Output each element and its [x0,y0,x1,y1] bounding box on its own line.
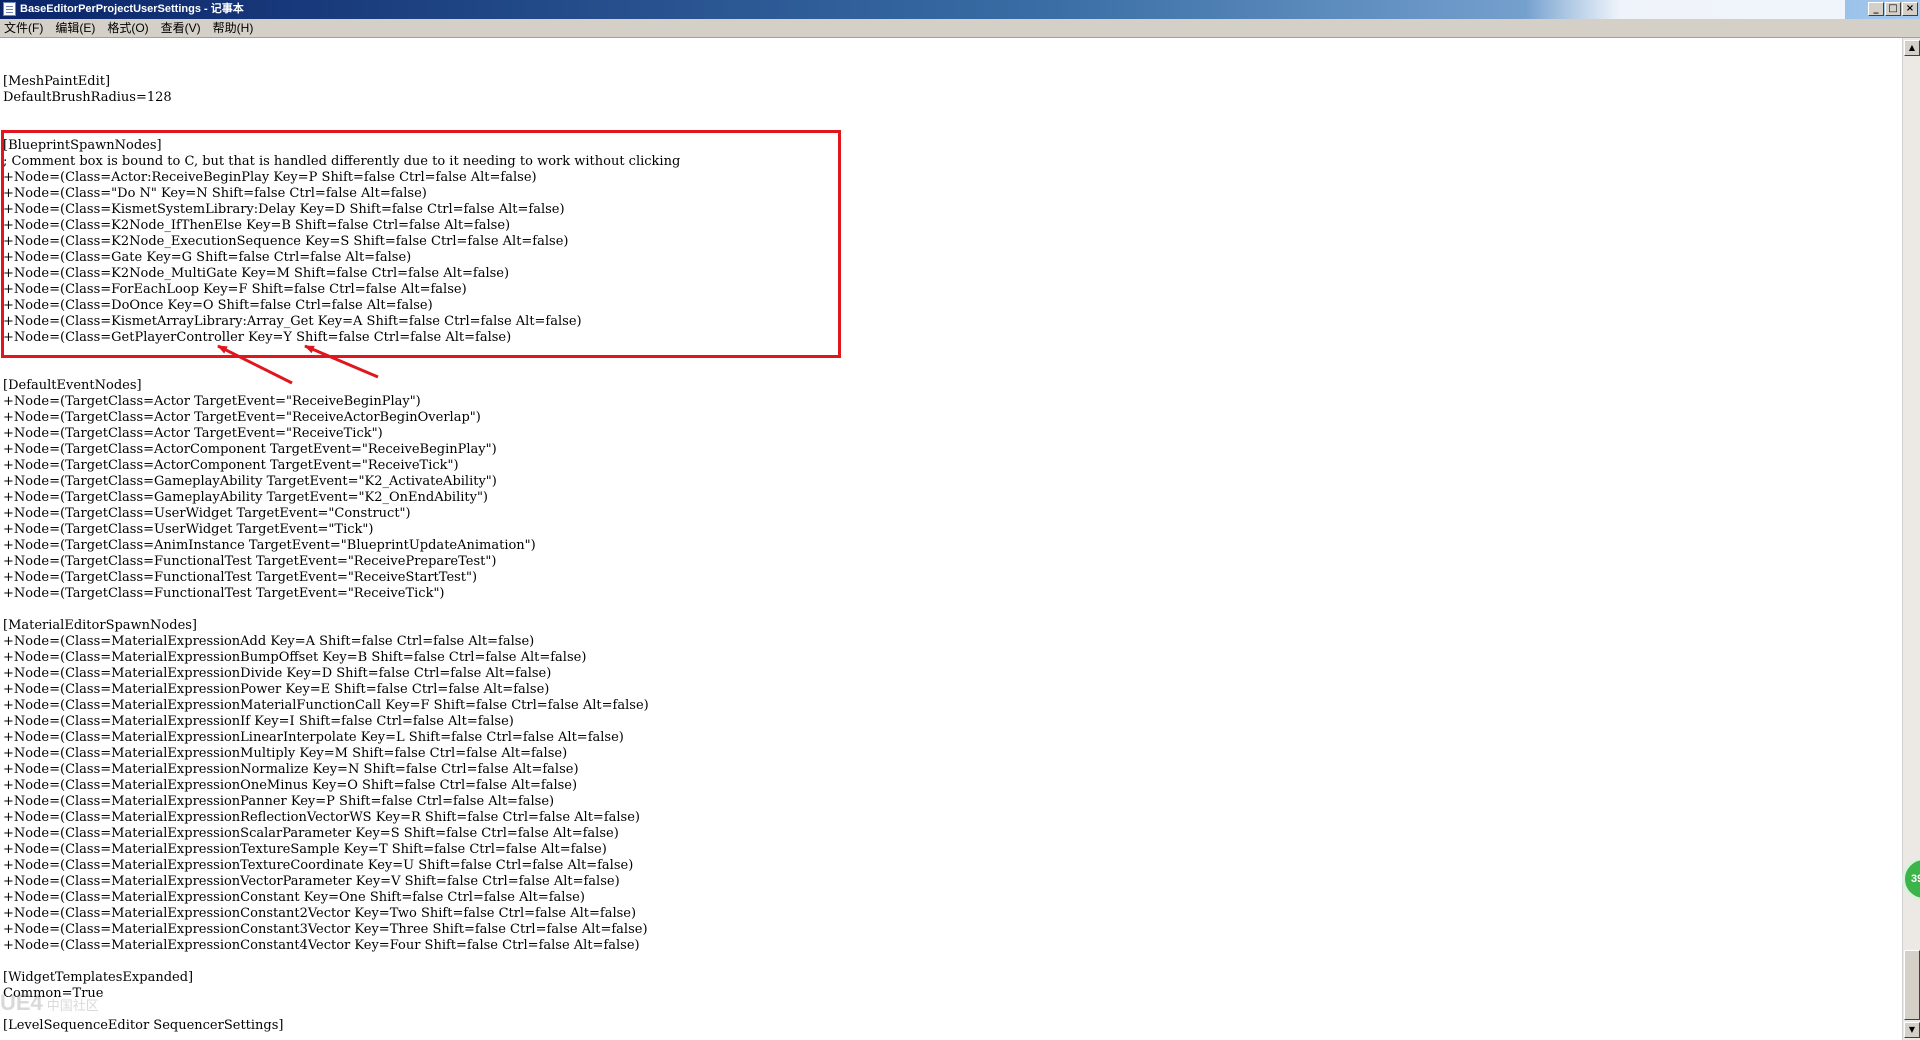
text-line: +Node=(Class=MaterialExpressionReflectio… [3,810,640,825]
text-line: +Node=(Class=MaterialExpressionLinearInt… [3,730,624,745]
text-line: [BlueprintSpawnNodes] [3,138,162,153]
text-line: +Node=(Class=K2Node_ExecutionSequence Ke… [3,234,569,249]
text-line: +Node=(Class=MaterialExpressionConstant4… [3,938,640,953]
text-line: [MaterialEditorSpawnNodes] [3,618,198,633]
text-line: +Node=(TargetClass=Actor TargetEvent="Re… [3,426,383,441]
menu-view[interactable]: 查看(V) [155,19,207,37]
text-line: [DefaultEventNodes] [3,378,142,393]
text-line: +Node=(Class=MaterialExpressionAdd Key=A… [3,634,535,649]
text-line: +Node=(TargetClass=UserWidget TargetEven… [3,522,374,537]
text-line: Common=True [3,986,104,1001]
text-line: [LevelSequenceEditor SequencerSettings] [3,1018,284,1033]
minimize-button[interactable]: _ [1868,2,1884,16]
text-line: +Node=(Class=MaterialExpressionPanner Ke… [3,794,555,809]
text-line: +Node=(Class=K2Node_MultiGate Key=M Shif… [3,266,510,281]
text-line: +Node=(Class=MaterialExpressionTextureSa… [3,842,607,857]
text-line: +Node=(Class=KismetSystemLibrary:Delay K… [3,202,565,217]
text-line: +Node=(Class=MaterialExpressionTextureCo… [3,858,634,873]
text-line: +Node=(Class=K2Node_IfThenElse Key=B Shi… [3,218,511,233]
text-line: DefaultBrushRadius=128 [3,90,172,105]
text-line: ; Comment box is bound to C, but that is… [3,154,681,169]
text-line: [WidgetTemplatesExpanded] [3,970,194,985]
text-editor[interactable]: [MeshPaintEdit] DefaultBrushRadius=128 [Bl… [0,38,1902,1040]
text-line: +Node=(Class=KismetArrayLibrary:Array_Ge… [3,314,582,329]
scroll-up-button[interactable]: ▲ [1904,40,1920,56]
menu-help[interactable]: 帮助(H) [207,19,260,37]
text-line: +Node=(TargetClass=ActorComponent Target… [3,442,497,457]
text-line: +Node=(TargetClass=FunctionalTest Target… [3,586,445,601]
text-line: +Node=(Class=DoOnce Key=O Shift=false Ct… [3,298,433,313]
text-line: +Node=(Class=MaterialExpressionConstant3… [3,922,648,937]
menu-edit[interactable]: 编辑(E) [49,19,101,37]
text-line: +Node=(TargetClass=GameplayAbility Targe… [3,490,489,505]
notepad-icon [3,2,16,16]
text-line: +Node=(Class=MaterialExpressionConstant … [3,890,585,905]
text-line: +Node=(Class=MaterialExpressionOneMinus … [3,778,578,793]
scroll-thumb[interactable] [1904,950,1920,1020]
text-line: +Node=(Class=MaterialExpressionVectorPar… [3,874,620,889]
text-line: +Node=(TargetClass=GameplayAbility Targe… [3,474,497,489]
window-title: BaseEditorPerProjectUserSettings - 记事本 [20,3,244,15]
scroll-down-button[interactable]: ▼ [1904,1022,1920,1038]
text-line: [MeshPaintEdit] [3,74,111,89]
text-line: +Node=(TargetClass=AnimInstance TargetEv… [3,538,536,553]
text-line: +Node=(Class=Actor:ReceiveBeginPlay Key=… [3,170,537,185]
text-line: +Node=(Class=MaterialExpressionScalarPar… [3,826,619,841]
close-button[interactable]: × [1902,2,1918,16]
text-line: +Node=(TargetClass=Actor TargetEvent="Re… [3,394,421,409]
window-controls: _ □ × [1868,2,1918,16]
title-bar: BaseEditorPerProjectUserSettings - 记事本 _… [0,0,1920,19]
text-line: +Node=(Class=MaterialExpressionMaterialF… [3,698,649,713]
text-line: +Node=(Class=MaterialExpressionIf Key=I … [3,714,514,729]
text-line: +Node=(Class=MaterialExpressionPower Key… [3,682,550,697]
text-line: +Node=(Class="Do N" Key=N Shift=false Ct… [3,186,427,201]
text-line: +Node=(Class=Gate Key=G Shift=false Ctrl… [3,250,412,265]
menu-bar: 文件(F) 编辑(E) 格式(O) 查看(V) 帮助(H) [0,19,1920,38]
text-line: +Node=(TargetClass=UserWidget TargetEven… [3,506,411,521]
text-line: +Node=(TargetClass=ActorComponent Target… [3,458,459,473]
menu-file[interactable]: 文件(F) [0,19,49,37]
title-bar-decoration [1525,0,1845,19]
text-line: +Node=(TargetClass=Actor TargetEvent="Re… [3,410,481,425]
menu-format[interactable]: 格式(O) [101,19,154,37]
text-line: +Node=(Class=MaterialExpressionBumpOffse… [3,650,587,665]
maximize-button[interactable]: □ [1885,2,1901,16]
text-line: +Node=(Class=MaterialExpressionNormalize… [3,762,579,777]
text-line: +Node=(Class=MaterialExpressionDivide Ke… [3,666,552,681]
text-line: +Node=(Class=GetPlayerController Key=Y S… [3,330,512,345]
text-line: +Node=(TargetClass=FunctionalTest Target… [3,570,478,585]
text-line: +Node=(Class=ForEachLoop Key=F Shift=fal… [3,282,467,297]
text-line: +Node=(Class=MaterialExpressionConstant2… [3,906,637,921]
text-line: +Node=(TargetClass=FunctionalTest Target… [3,554,497,569]
text-line: +Node=(Class=MaterialExpressionMultiply … [3,746,568,761]
